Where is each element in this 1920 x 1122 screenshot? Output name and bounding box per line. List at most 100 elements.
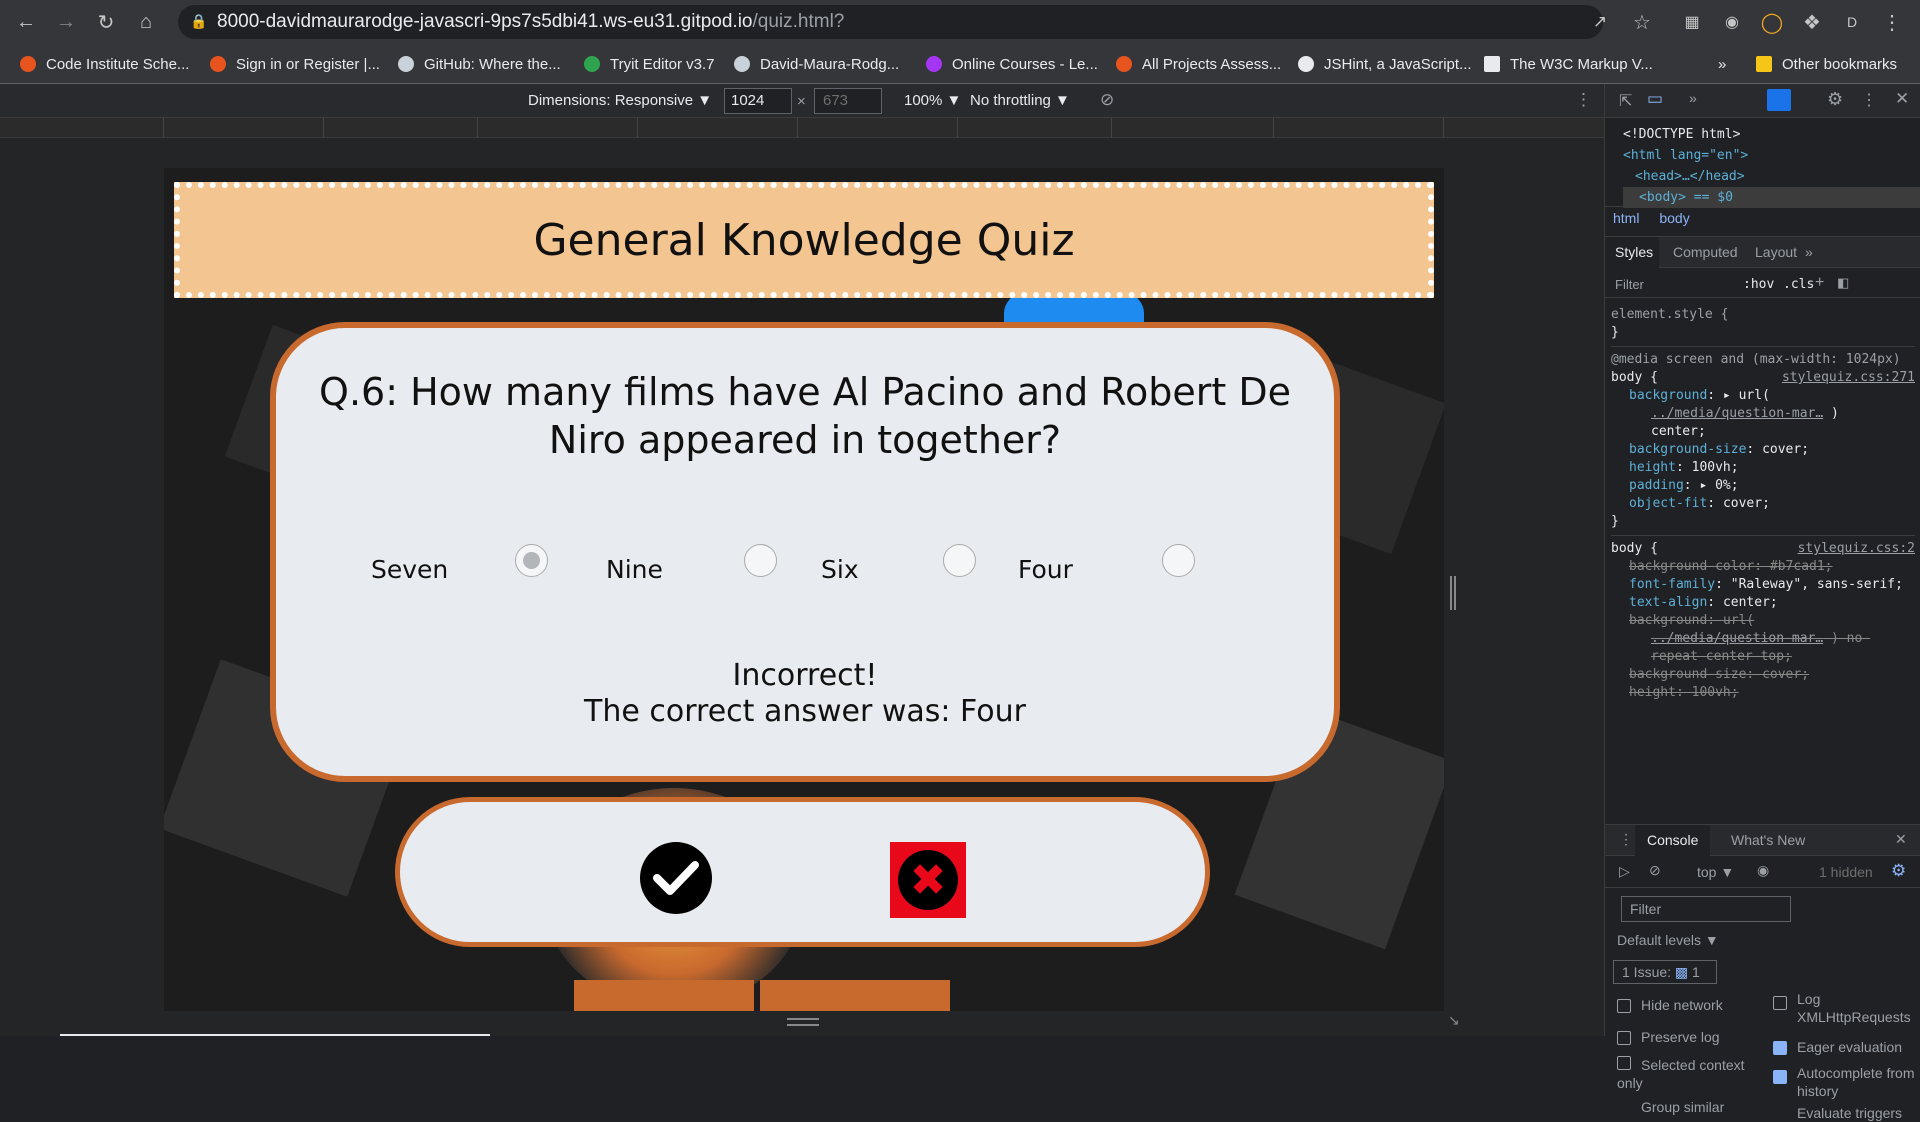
dimensions-dropdown[interactable]: Dimensions: Responsive ▼: [528, 92, 712, 109]
clear-console-icon[interactable]: ⊘: [1649, 862, 1661, 879]
browser-menu-icon[interactable]: ⋮: [1876, 6, 1908, 38]
resize-handle-bottom[interactable]: [787, 1018, 819, 1026]
issues-badge-icon[interactable]: [1767, 89, 1791, 111]
checkbox[interactable]: [1773, 1070, 1787, 1084]
submit-check-button[interactable]: [640, 842, 712, 914]
live-expression-eye-icon[interactable]: ◉: [1757, 862, 1769, 879]
reload-icon[interactable]: ↻: [90, 6, 122, 38]
element-style-rule[interactable]: element.style {: [1611, 306, 1915, 324]
inspect-icon[interactable]: ⇱: [1619, 91, 1632, 111]
console-setting[interactable]: Preserve log: [1617, 1028, 1757, 1046]
bookmark-item[interactable]: Tryit Editor v3.7: [584, 52, 714, 76]
css-declaration[interactable]: text-align: center;: [1611, 594, 1915, 612]
zoom-dropdown[interactable]: 100% ▼: [904, 92, 961, 109]
body-rule-selector[interactable]: body { stylequiz.css:271: [1611, 369, 1915, 387]
answer-radio-six[interactable]: [943, 544, 976, 577]
css-declaration[interactable]: center;: [1611, 423, 1915, 441]
default-levels-dropdown[interactable]: Default levels ▼: [1617, 932, 1719, 948]
bookmark-item[interactable]: Sign in or Register |...: [210, 52, 380, 76]
bookmark-item[interactable]: David-Maura-Rodg...: [734, 52, 899, 76]
body-rule-selector[interactable]: body { stylequiz.css:2: [1611, 535, 1915, 558]
checkbox[interactable]: [1617, 1056, 1631, 1070]
share-icon[interactable]: ↗: [1584, 6, 1616, 38]
dom-doctype[interactable]: <!DOCTYPE html>: [1623, 124, 1920, 145]
drawer-menu-icon[interactable]: ⋮: [1619, 831, 1633, 848]
stylesheet-link[interactable]: stylequiz.css:2: [1798, 540, 1915, 558]
height-input[interactable]: 673: [814, 88, 882, 114]
bookmark-item[interactable]: The W3C Markup V...: [1484, 52, 1653, 76]
css-declaration[interactable]: object-fit: cover;: [1611, 495, 1915, 513]
css-declaration[interactable]: height: 100vh;: [1611, 459, 1915, 477]
resize-corner-icon[interactable]: ↘: [1448, 1012, 1460, 1029]
hov-toggle[interactable]: :hov: [1743, 277, 1774, 292]
css-declaration-overridden[interactable]: background: url(: [1611, 612, 1915, 630]
cls-toggle[interactable]: .cls: [1783, 277, 1814, 292]
dom-html-node[interactable]: <html lang="en">: [1623, 145, 1920, 166]
dom-head-node[interactable]: <head>…</head>: [1623, 166, 1920, 187]
breadcrumb-body[interactable]: body: [1659, 210, 1689, 226]
console-setting[interactable]: Autocomplete from history: [1773, 1064, 1920, 1100]
extensions-puzzle-icon[interactable]: ❖: [1796, 6, 1828, 38]
home-icon[interactable]: ⌂: [130, 6, 162, 38]
breadcrumb-html[interactable]: html: [1613, 210, 1639, 226]
css-declaration[interactable]: font-family: "Raleway", sans-serif;: [1611, 576, 1915, 594]
tab-computed[interactable]: Computed: [1673, 244, 1738, 260]
new-rule-icon[interactable]: +: [1815, 274, 1824, 292]
media-query-ruler[interactable]: [0, 118, 1604, 138]
width-input[interactable]: 1024: [724, 88, 792, 114]
throttling-dropdown[interactable]: No throttling ▼: [970, 92, 1070, 109]
profile-avatar[interactable]: D: [1836, 6, 1868, 38]
dom-body-node[interactable]: <body> == $0: [1623, 187, 1920, 208]
owl-extension-icon[interactable]: ◉: [1716, 6, 1748, 38]
bookmarks-overflow-button[interactable]: »: [1718, 52, 1726, 76]
issues-counter[interactable]: 1 Issue: ▩ 1: [1613, 960, 1717, 984]
checkbox[interactable]: [1773, 996, 1787, 1010]
checkbox[interactable]: [1617, 999, 1631, 1014]
url-text[interactable]: 8000-davidmaurarodge-javascri-9ps7s5dbi4…: [217, 11, 844, 33]
home-button[interactable]: [760, 980, 950, 1011]
forward-arrow-icon[interactable]: →: [50, 6, 82, 38]
bookmark-item[interactable]: JSHint, a JavaScript...: [1298, 52, 1472, 76]
qr-extension-icon[interactable]: ▦: [1676, 6, 1708, 38]
tab-more[interactable]: »: [1805, 244, 1813, 260]
answer-radio-four[interactable]: [1162, 544, 1195, 577]
back-arrow-icon[interactable]: ←: [10, 6, 42, 38]
cancel-x-button[interactable]: ✖: [890, 842, 966, 918]
console-settings-gear-icon[interactable]: ⚙: [1891, 861, 1906, 881]
resize-handle-right[interactable]: [1450, 576, 1456, 610]
css-declaration[interactable]: background: ▸ url(: [1611, 387, 1915, 405]
devtools-menu-icon[interactable]: ⋮: [1861, 90, 1877, 110]
css-declaration-overridden[interactable]: height: 100vh;: [1611, 684, 1915, 702]
console-filter-input[interactable]: Filter: [1621, 896, 1791, 922]
css-declaration[interactable]: ../media/question-mar… ): [1611, 405, 1915, 423]
css-declaration[interactable]: padding: ▸ 0%;: [1611, 477, 1915, 495]
console-sidebar-icon[interactable]: ▷: [1619, 863, 1630, 880]
styles-filter-input[interactable]: Filter: [1615, 277, 1644, 292]
console-setting[interactable]: Eager evaluation: [1773, 1038, 1920, 1056]
lock-icon[interactable]: 🔒: [190, 13, 207, 30]
close-devtools-icon[interactable]: ✕: [1895, 89, 1909, 109]
checkbox[interactable]: [1773, 1041, 1787, 1056]
answer-radio-seven[interactable]: [515, 544, 548, 577]
close-drawer-icon[interactable]: ✕: [1895, 831, 1907, 848]
css-declaration-overridden[interactable]: background-size: cover;: [1611, 666, 1915, 684]
console-setting[interactable]: Log XMLHttpRequests: [1773, 990, 1920, 1026]
tab-whats-new[interactable]: What's New: [1731, 832, 1805, 848]
next-button[interactable]: [574, 980, 754, 1011]
console-setting-label[interactable]: Evaluate triggers: [1797, 1104, 1920, 1122]
other-bookmarks[interactable]: Other bookmarks: [1756, 52, 1897, 76]
bookmark-item[interactable]: Online Courses - Le...: [926, 52, 1098, 76]
settings-gear-icon[interactable]: ⚙: [1827, 89, 1843, 110]
grammar-extension-icon[interactable]: ◯: [1756, 6, 1788, 38]
css-declaration-overridden[interactable]: repeat center top;: [1611, 648, 1915, 666]
console-setting[interactable]: Selected context only: [1617, 1056, 1757, 1092]
stylesheet-link[interactable]: stylequiz.css:271: [1782, 369, 1915, 387]
context-selector[interactable]: top ▼: [1697, 864, 1734, 880]
more-panels-icon[interactable]: »: [1689, 90, 1697, 106]
tab-styles[interactable]: Styles: [1605, 237, 1659, 268]
css-declaration-overridden[interactable]: background-color: #b7cad1;: [1611, 558, 1915, 576]
bookmark-star-icon[interactable]: ☆: [1626, 6, 1658, 38]
tab-console[interactable]: Console: [1635, 825, 1711, 856]
css-declaration[interactable]: background-size: cover;: [1611, 441, 1915, 459]
toggle-sidebar-icon[interactable]: ◧: [1837, 275, 1849, 291]
